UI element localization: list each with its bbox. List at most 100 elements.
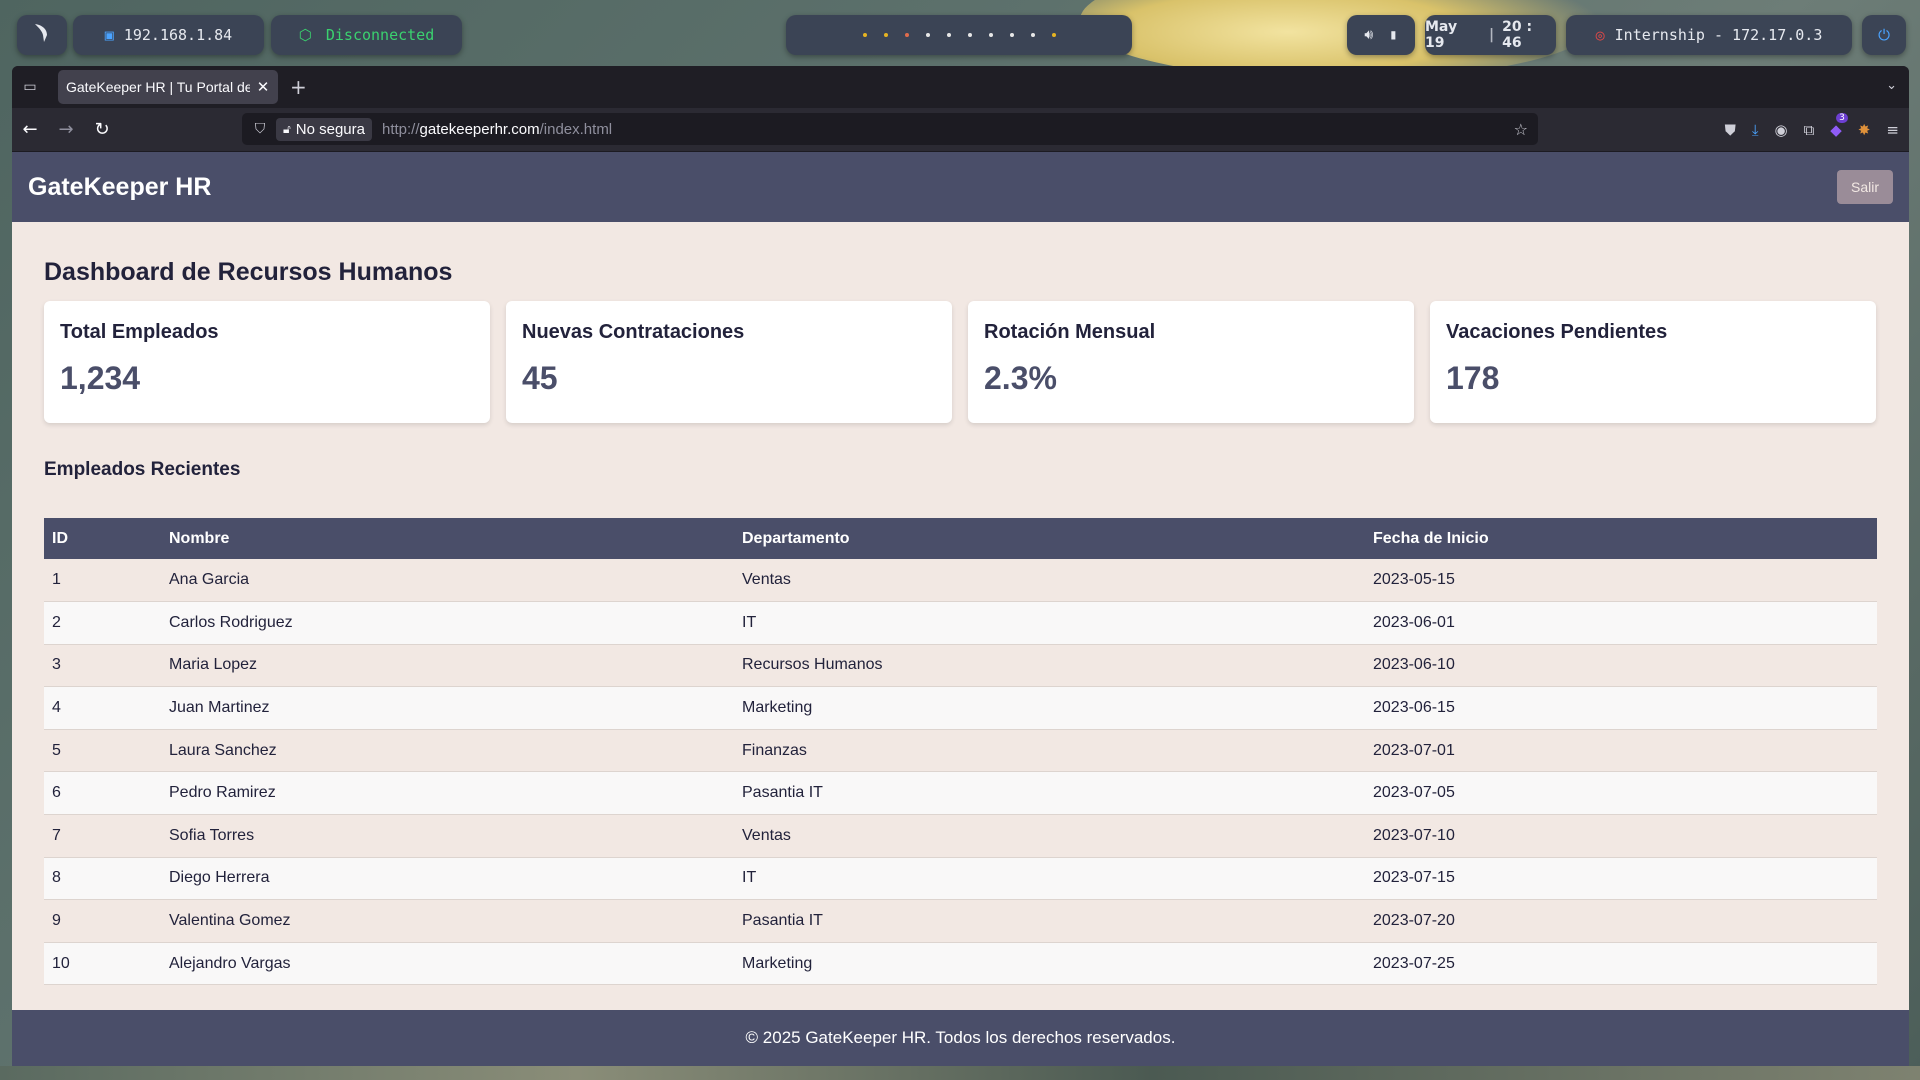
target-label: Internship - 172.17.0.3 xyxy=(1614,26,1823,44)
forward-icon[interactable]: → xyxy=(48,108,84,152)
browser-window: ▭ GateKeeper HR | Tu Portal de ✕ + ⌄ ← →… xyxy=(12,66,1909,1066)
page-footer: © 2025 GateKeeper HR. Todos los derechos… xyxy=(12,1010,1909,1066)
menu-icon[interactable]: ≡ xyxy=(1886,121,1899,139)
cell-id: 7 xyxy=(44,814,161,858)
workspace-dot[interactable] xyxy=(967,33,972,37)
target-indicator[interactable]: ◎ Internship - 172.17.0.3 xyxy=(1566,15,1852,55)
cell-id: 4 xyxy=(44,686,161,730)
table-row: 3 Maria Lopez Recursos Humanos 2023-06-10 xyxy=(44,644,1877,688)
battery-icon: ▮ xyxy=(1389,27,1398,43)
stat-card: Vacaciones Pendientes 178 xyxy=(1430,301,1876,423)
stat-card: Rotación Mensual 2.3% xyxy=(968,301,1414,423)
workspace-dot[interactable] xyxy=(1030,33,1035,37)
cell-department: Recursos Humanos xyxy=(734,644,1365,688)
shield-icon[interactable]: ⛉ xyxy=(250,121,270,137)
cell-start-date: 2023-06-01 xyxy=(1365,601,1877,645)
cell-department: Ventas xyxy=(734,559,1365,603)
lock-insecure-icon: 🔓︎ xyxy=(283,121,291,136)
tab-overview-button[interactable]: ▭ xyxy=(12,66,48,108)
url-text[interactable]: http://gatekeeperhr.com/index.html xyxy=(382,121,612,138)
table-row: 8 Diego Herrera IT 2023-07-15 xyxy=(44,857,1877,901)
security-indicator[interactable]: 🔓︎ No segura xyxy=(276,117,372,141)
network-icon: ▣ xyxy=(104,26,114,44)
security-label: No segura xyxy=(295,120,365,138)
logout-button[interactable]: Salir xyxy=(1836,170,1893,204)
nav-bar: ← → ↻ ⛉ 🔓︎ No segura http://gatekeeperhr… xyxy=(12,108,1909,152)
workspace-dot[interactable] xyxy=(883,33,888,37)
cell-start-date: 2023-06-15 xyxy=(1365,686,1877,730)
workspace-dot[interactable] xyxy=(946,33,951,37)
power-button[interactable]: ⏻ xyxy=(1862,15,1906,55)
sound-battery-indicator[interactable]: 🔊︎ ▮ xyxy=(1347,15,1415,55)
workspace-dot[interactable] xyxy=(988,33,993,37)
column-header-start-date: Fecha de Inicio xyxy=(1373,529,1489,547)
cell-name: Pedro Ramirez xyxy=(161,771,734,816)
stat-card-title: Rotación Mensual xyxy=(984,321,1156,343)
new-tab-icon[interactable]: + xyxy=(290,75,307,99)
web-page: GateKeeper HR Salir Dashboard de Recurso… xyxy=(12,152,1909,1066)
reload-icon[interactable]: ↻ xyxy=(84,108,120,152)
extension-badge-icon[interactable]: ◆ 3 xyxy=(1830,113,1848,139)
cell-id: 8 xyxy=(44,857,161,901)
cell-department: IT xyxy=(734,601,1365,645)
stat-card-title: Vacaciones Pendientes xyxy=(1446,321,1668,343)
page-title: Dashboard de Recursos Humanos xyxy=(44,258,453,286)
stat-card-title: Total Empleados xyxy=(60,321,219,343)
cell-name: Ana Garcia xyxy=(161,559,734,603)
download-icon[interactable]: ⤓ xyxy=(1752,121,1759,139)
table-row: 10 Alejandro Vargas Marketing 2023-07-25 xyxy=(44,942,1877,986)
chevron-down-icon[interactable]: ⌄ xyxy=(1886,78,1897,93)
table-row: 2 Carlos Rodriguez IT 2023-06-01 xyxy=(44,601,1877,645)
cell-start-date: 2023-07-15 xyxy=(1365,857,1877,901)
close-tab-icon[interactable]: ✕ xyxy=(256,78,270,96)
cell-department: Ventas xyxy=(734,814,1365,858)
extension-badge-count: 3 xyxy=(1836,113,1848,123)
cell-start-date: 2023-07-01 xyxy=(1365,729,1877,773)
account-icon[interactable]: ◉ xyxy=(1774,121,1787,139)
cell-department: IT xyxy=(734,857,1365,901)
table-row: 5 Laura Sanchez Finanzas 2023-07-01 xyxy=(44,729,1877,773)
workspace-dot[interactable] xyxy=(925,33,930,37)
cell-start-date: 2023-07-05 xyxy=(1365,771,1877,816)
main-content: Dashboard de Recursos Humanos Total Empl… xyxy=(12,222,1909,986)
ip-indicator[interactable]: ▣ 192.168.1.84 xyxy=(73,15,264,55)
stat-card-value: 2.3% xyxy=(984,360,1057,396)
column-header-department: Departamento xyxy=(742,529,850,547)
cell-department: Marketing xyxy=(734,942,1365,986)
clock[interactable]: May 19 | 20 : 46 xyxy=(1425,15,1556,55)
vpn-indicator[interactable]: ⬡ Disconnected xyxy=(271,15,462,55)
table-row: 9 Valentina Gomez Pasantia IT 2023-07-20 xyxy=(44,899,1877,943)
stat-card-value: 45 xyxy=(522,360,558,396)
cell-name: Alejandro Vargas xyxy=(161,942,734,986)
kali-logo-icon xyxy=(32,22,52,48)
column-header-name: Nombre xyxy=(169,529,230,547)
cell-name: Laura Sanchez xyxy=(161,729,734,773)
cell-id: 5 xyxy=(44,729,161,773)
footer-text: © 2025 GateKeeper HR. Todos los derechos… xyxy=(745,1028,1176,1047)
bookmark-star-icon[interactable]: ☆ xyxy=(1514,120,1528,139)
back-icon[interactable]: ← xyxy=(12,108,48,152)
cell-id: 6 xyxy=(44,771,161,816)
tab-active[interactable]: GateKeeper HR | Tu Portal de ✕ xyxy=(58,70,278,104)
pocket-icon[interactable]: ⛊ xyxy=(1725,121,1736,139)
stat-card-value: 1,234 xyxy=(60,360,141,396)
workspace-dot[interactable] xyxy=(904,33,909,37)
workspace-dot[interactable] xyxy=(862,33,867,37)
workspace-switcher[interactable] xyxy=(786,15,1132,55)
cookie-extension-icon[interactable]: ✸ xyxy=(1858,121,1871,139)
vpn-status: Disconnected xyxy=(325,26,435,44)
url-protocol: http:// xyxy=(382,120,420,138)
cell-start-date: 2023-05-15 xyxy=(1365,559,1877,603)
toolbar-icons: ⛊ ⤓ ◉ ⧉ ◆ 3 ✸ ≡ xyxy=(1725,108,1899,152)
section-title: Empleados Recientes xyxy=(44,459,241,480)
tab-strip: ▭ GateKeeper HR | Tu Portal de ✕ + ⌄ xyxy=(12,66,1909,108)
extensions-icon[interactable]: ⧉ xyxy=(1804,121,1815,139)
workspace-dot[interactable] xyxy=(1009,33,1014,37)
table-row: 4 Juan Martinez Marketing 2023-06-15 xyxy=(44,686,1877,730)
workspace-dot[interactable] xyxy=(1051,33,1056,37)
url-bar[interactable]: ⛉ 🔓︎ No segura http://gatekeeperhr.com/i… xyxy=(242,113,1538,145)
cell-start-date: 2023-07-25 xyxy=(1365,942,1877,986)
menu-button[interactable] xyxy=(17,15,67,55)
folder-icon: ▭ xyxy=(23,79,37,95)
power-icon: ⏻ xyxy=(1878,26,1890,44)
